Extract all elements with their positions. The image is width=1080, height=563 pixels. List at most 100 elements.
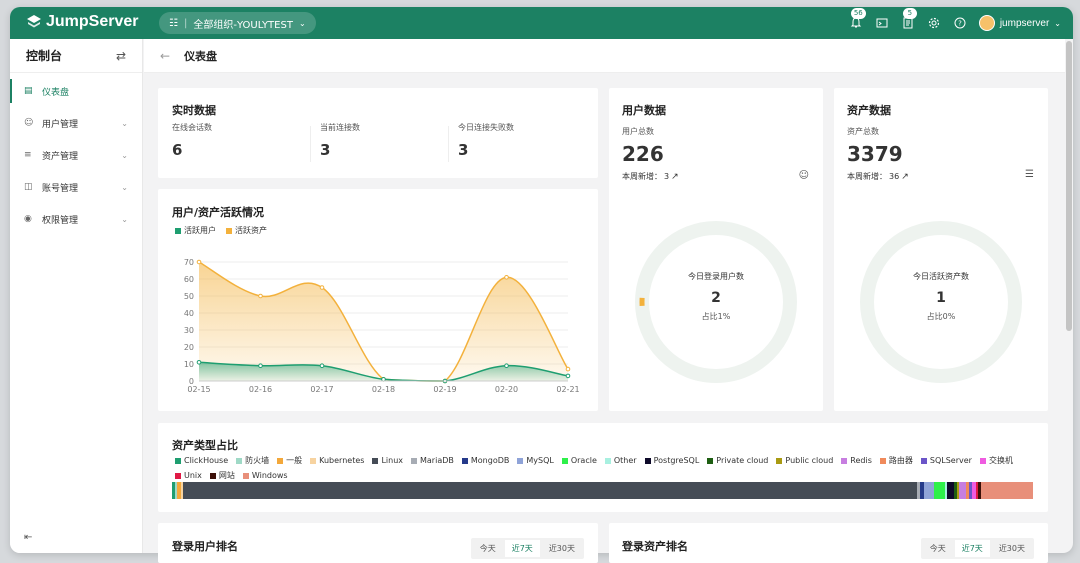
legend-item[interactable]: Linux (372, 455, 403, 466)
terminal-icon[interactable] (875, 16, 889, 30)
legend-swatch (175, 457, 181, 464)
legend-item[interactable]: Other (604, 455, 637, 466)
page-title: 仪表盘 (184, 49, 218, 63)
legend-item[interactable]: MongoDB (461, 455, 509, 466)
gear-icon[interactable] (927, 16, 941, 30)
tab-30days[interactable]: 近30天 (542, 540, 582, 557)
legend-item[interactable]: PostgreSQL (644, 455, 699, 466)
legend-item[interactable]: Windows (242, 470, 288, 481)
permission-icon: ◉ (24, 214, 32, 224)
org-separator: | (183, 17, 188, 29)
swap-icon[interactable]: ⇄ (116, 49, 126, 63)
legend-swatch (707, 457, 714, 464)
help-icon[interactable]: ? (953, 16, 967, 30)
legend-swatch (277, 457, 284, 464)
data-point[interactable] (196, 259, 202, 265)
assets-icon: ≡ (24, 150, 32, 160)
sidebar-item-accounts[interactable]: ◫ 账号管理 ⌄ (10, 171, 142, 203)
legend-label: Public cloud (785, 456, 834, 465)
legend-swatch (879, 457, 886, 464)
data-point[interactable] (504, 275, 509, 280)
data-point[interactable] (258, 293, 263, 299)
chevron-down-icon: ⌄ (121, 150, 128, 160)
y-tick-label: 60 (184, 275, 194, 284)
svg-text:?: ? (958, 20, 962, 28)
data-point[interactable] (319, 363, 325, 368)
legend-item[interactable]: Private cloud (707, 455, 768, 466)
legend-label: 一般 (286, 456, 303, 465)
accounts-icon: ◫ (24, 182, 33, 192)
legend-item[interactable]: 路由器 (879, 455, 913, 466)
brand-logo[interactable]: JumpServer (26, 13, 139, 31)
org-selector[interactable]: ☷ | 全部组织-YOULYTEST ⌄ (159, 12, 316, 34)
legend-item[interactable]: 一般 (277, 455, 302, 466)
data-point[interactable] (565, 366, 571, 372)
sidebar-item-label: 账号管理 (42, 183, 79, 194)
legend-item[interactable]: Oracle (561, 455, 597, 466)
user-menu[interactable]: jumpserver ⌄ (978, 15, 1061, 31)
bar-segment[interactable] (959, 482, 967, 499)
legend-label: MariaDB (420, 456, 454, 465)
login-users-title: 登录用户排名 (172, 540, 238, 553)
realtime-card: 实时数据 在线会话数 6 当前连接数 3 今日连接失败数 3 (158, 88, 598, 178)
legend-item[interactable]: Redis (841, 455, 872, 466)
task-badge: 5 (902, 8, 917, 19)
tab-7days[interactable]: 近7天 (954, 540, 990, 557)
scrollbar[interactable] (1066, 41, 1072, 331)
collapse-sidebar-icon[interactable]: ⇤ (24, 532, 32, 543)
back-arrow-icon[interactable]: ← (160, 49, 170, 63)
asset-types-legend: ClickHouse 防火墙 一般 Kubernetes Linux MariaDB Mon… (175, 455, 1035, 481)
donut-label: 今日活跃资产数 (913, 272, 969, 281)
data-point[interactable] (258, 363, 263, 368)
bar-segment[interactable] (934, 482, 945, 499)
login-users-card: 登录用户排名 今天 近7天 近30天 (158, 523, 598, 563)
legend-item[interactable]: Kubernetes (310, 455, 364, 466)
legend-item[interactable]: ClickHouse (175, 455, 228, 466)
data-point[interactable] (565, 373, 571, 379)
donut-center: 今日登录用户数 2 占比1% (609, 271, 823, 322)
bar-segment[interactable] (981, 482, 1033, 499)
divider (310, 126, 311, 162)
tab-30days[interactable]: 近30天 (992, 540, 1032, 557)
bar-segment[interactable] (947, 482, 955, 499)
stat-label: 当前连接数 (320, 123, 360, 132)
task-list-icon[interactable]: 5 (901, 8, 917, 30)
legend-item[interactable]: SQLServer (920, 455, 972, 466)
bar-segment[interactable] (923, 482, 935, 499)
legend-item[interactable]: 防火墙 (236, 455, 269, 466)
tab-today[interactable]: 今天 (473, 540, 503, 557)
legend-label: Other (613, 456, 637, 465)
org-label: 全部组织-YOULYTEST (193, 19, 293, 31)
legend-item[interactable]: 网站 (209, 470, 235, 481)
y-tick-label: 20 (184, 343, 194, 352)
legend-item[interactable]: 交换机 (979, 455, 1013, 466)
stat-label: 今日连接失败数 (458, 123, 514, 132)
login-assets-tabs: 今天 近7天 近30天 (920, 538, 1034, 559)
legend-swatch (236, 457, 243, 464)
sidebar: 控制台 ⇄ ▤ 仪表盘 ☺ 用户管理 ⌄ ≡ 资产管理 ⌄ ◫ 账号管理 ⌄ ◉… (10, 39, 143, 553)
data-point[interactable] (504, 363, 509, 368)
sidebar-item-assets[interactable]: ≡ 资产管理 ⌄ (10, 139, 142, 171)
activity-card: 用户/资产活跃情况 活跃用户 活跃资产 0 10 20 30 40 50 60 70 02-15… (158, 189, 598, 411)
tab-7days[interactable]: 近7天 (504, 540, 540, 557)
data-point[interactable] (319, 285, 325, 290)
stat-value: 3 (320, 141, 331, 159)
x-tick-label: 02-17 (310, 385, 333, 394)
x-tick-label: 02-15 (187, 385, 210, 394)
sidebar-item-dashboard[interactable]: ▤ 仪表盘 (10, 75, 142, 107)
legend-label: Windows (251, 471, 288, 480)
legend-item[interactable]: MySQL (517, 455, 554, 466)
asset-types-bar (172, 482, 1033, 499)
legend-item[interactable]: MariaDB (411, 455, 454, 466)
tab-today[interactable]: 今天 (923, 540, 953, 557)
legend-item[interactable]: Unix (175, 470, 202, 481)
bar-segment[interactable] (183, 482, 918, 499)
legend-item[interactable]: Public cloud (776, 455, 833, 466)
asset-data-card: 资产数据 资产总数 3379 本周新增： 36 ↗ ☰ 今日活跃资产数 1 占比… (834, 88, 1048, 411)
y-tick-label: 10 (184, 360, 194, 369)
legend-label: MySQL (526, 456, 554, 465)
sidebar-item-users[interactable]: ☺ 用户管理 ⌄ (10, 107, 142, 139)
data-point[interactable] (196, 360, 202, 365)
sidebar-item-permissions[interactable]: ◉ 权限管理 ⌄ (10, 203, 142, 235)
bell-icon[interactable]: 56 (849, 8, 866, 30)
